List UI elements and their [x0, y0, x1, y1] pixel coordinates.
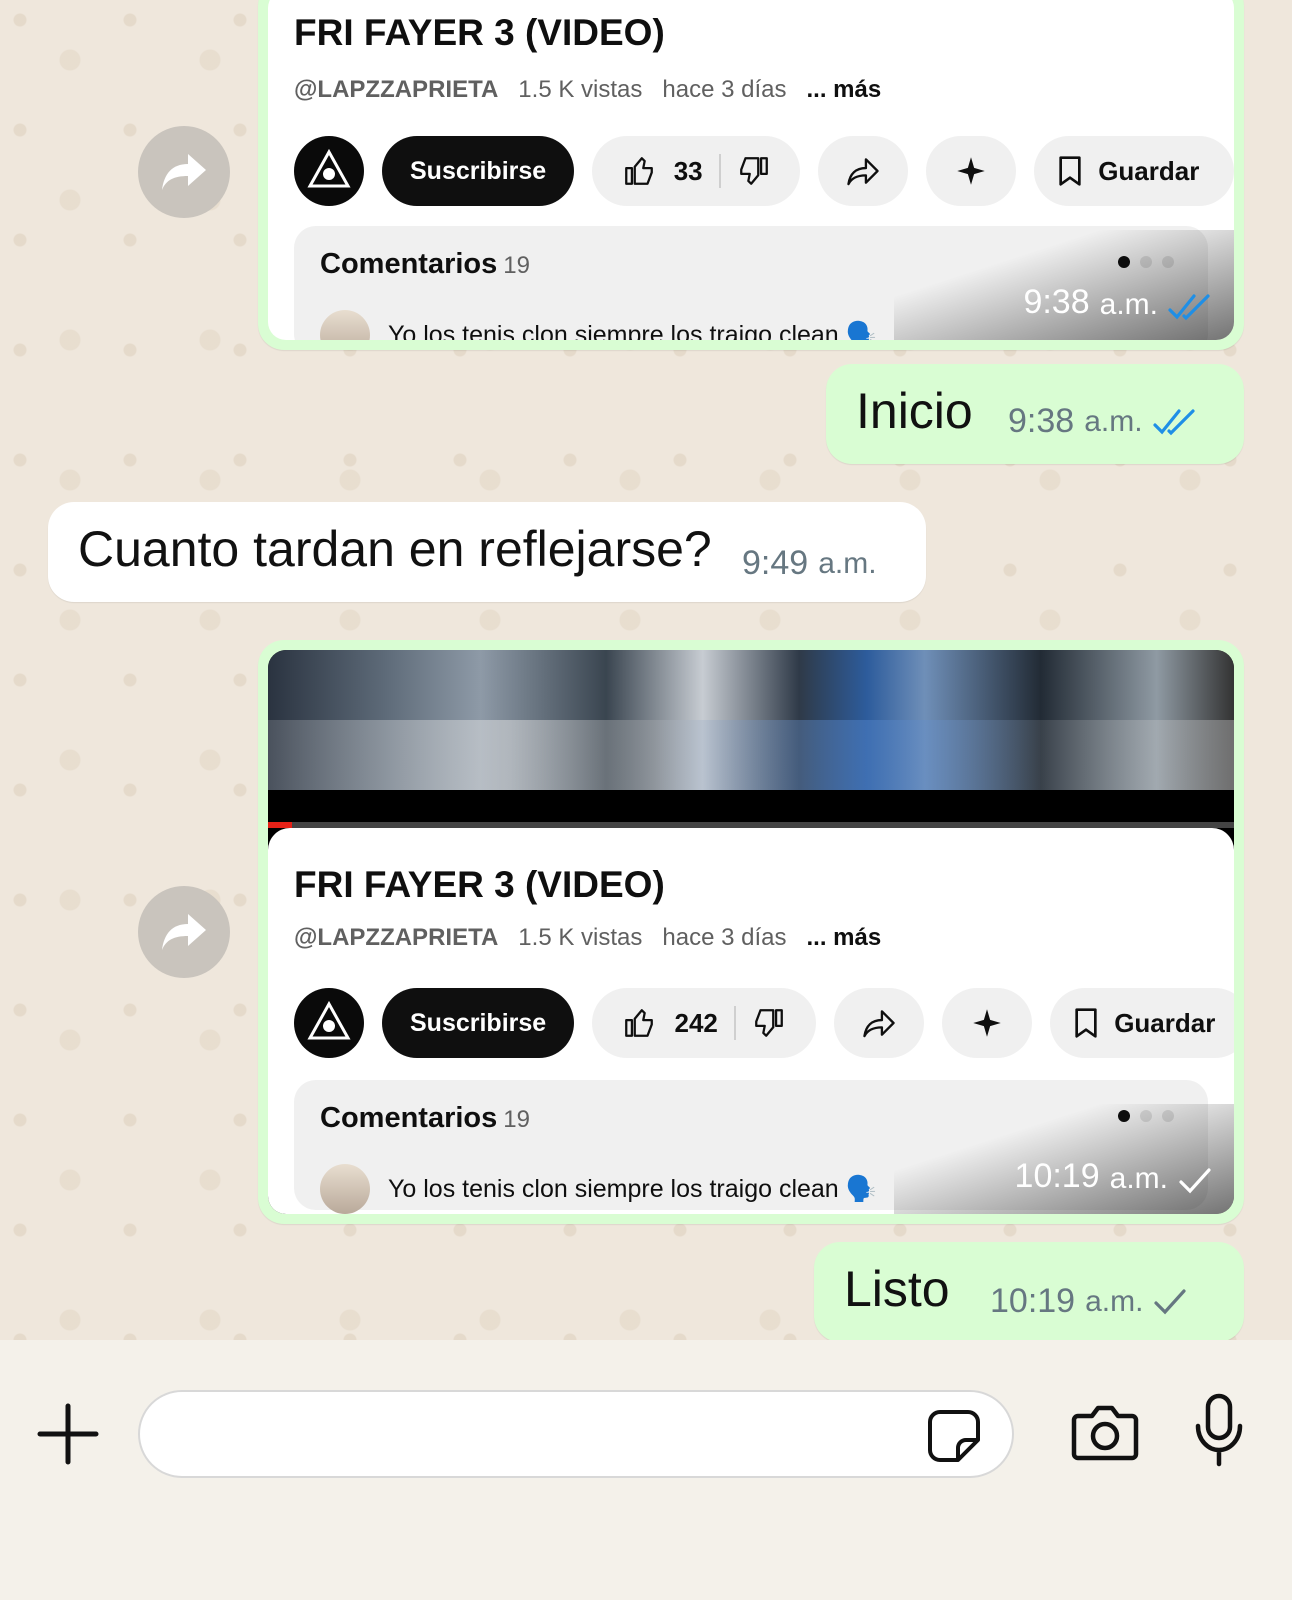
chat-area: FRI FAYER 3 (VIDEO) @LAPZZAPRIETA 1.5 K …	[0, 0, 1292, 1340]
share-pill	[834, 988, 925, 1058]
camera-icon	[1071, 1405, 1139, 1461]
message-input-field[interactable]	[170, 1412, 890, 1458]
ask-pill	[926, 136, 1017, 206]
comments-count: 19	[503, 252, 530, 279]
forward-button[interactable]	[138, 886, 230, 978]
comments-count: 19	[503, 1106, 530, 1133]
like-count: 33	[673, 155, 703, 186]
more-link: ... más	[806, 924, 882, 951]
text-message-3[interactable]: Cuanto tardan en reflejarse? 9:49 a.m.	[48, 502, 926, 602]
video-actions: Suscribirse 242 Guardar	[294, 988, 1234, 1058]
view-count: 1.5 K vistas	[518, 924, 643, 951]
sticker-icon	[928, 1410, 980, 1462]
camera-button[interactable]	[1070, 1400, 1140, 1464]
message-time: 9:49	[742, 544, 809, 582]
video-frame-blur	[268, 720, 1234, 790]
image-message-1[interactable]: FRI FAYER 3 (VIDEO) @LAPZZAPRIETA 1.5 K …	[258, 0, 1244, 350]
like-dislike-pill: 33	[592, 136, 801, 206]
comments-label: Comentarios	[320, 248, 498, 280]
view-count: 1.5 K vistas	[518, 76, 643, 103]
commenter-avatar	[320, 310, 370, 340]
message-timestamp: 10:19 a.m.	[990, 1282, 1187, 1321]
save-label: Guardar	[1098, 155, 1200, 186]
message-time: 9:38	[1023, 283, 1090, 321]
message-timestamp: 9:38 a.m.	[1008, 402, 1197, 441]
forward-button[interactable]	[138, 126, 230, 218]
upload-age: hace 3 días	[662, 924, 787, 951]
sent-tick-icon	[1179, 1168, 1211, 1194]
forward-icon	[162, 914, 206, 950]
youtube-screenshot[interactable]: FRI FAYER 3 (VIDEO) @LAPZZAPRIETA 1.5 K …	[268, 650, 1234, 1214]
message-ampm: a.m.	[1084, 404, 1143, 438]
text-message-5[interactable]: Listo 10:19 a.m.	[814, 1242, 1244, 1340]
image-timestamp: 10:19 a.m.	[894, 1104, 1234, 1214]
like-icon	[624, 157, 653, 185]
dislike-icon	[754, 1009, 783, 1037]
subscribe-button: Suscribirse	[382, 988, 575, 1058]
save-pill: Guardar	[1034, 136, 1234, 206]
message-text: Listo	[844, 1261, 950, 1317]
sparkle-icon	[957, 157, 985, 185]
image-timestamp: 9:38 a.m.	[894, 230, 1234, 340]
video-title: FRI FAYER 3 (VIDEO)	[294, 12, 665, 53]
channel-avatar	[294, 136, 364, 206]
plus-icon	[37, 1403, 99, 1465]
message-ampm: a.m.	[818, 546, 877, 580]
text-message-2[interactable]: Inicio 9:38 a.m.	[826, 364, 1244, 464]
comment-preview: Yo los tenis clon siempre los traigo cle…	[320, 310, 877, 340]
comments-label: Comentarios	[320, 1102, 498, 1134]
commenter-avatar	[320, 1164, 370, 1214]
comment-text: Yo los tenis clon siempre los traigo cle…	[388, 320, 877, 341]
like-icon	[625, 1009, 654, 1037]
message-time: 9:38	[1008, 402, 1075, 440]
channel-handle: @LAPZZAPRIETA	[294, 924, 499, 951]
video-meta: @LAPZZAPRIETA 1.5 K vistas hace 3 días .…	[294, 76, 881, 104]
video-title: FRI FAYER 3 (VIDEO)	[294, 864, 665, 905]
sticker-button[interactable]	[926, 1408, 982, 1464]
like-dislike-pill: 242	[592, 988, 817, 1058]
video-actions: Suscribirse 33 Guardar	[294, 136, 1234, 206]
comment-preview: Yo los tenis clon siempre los traigo cle…	[320, 1164, 877, 1214]
forward-icon	[162, 154, 206, 190]
message-input[interactable]	[138, 1390, 1014, 1478]
bookmark-icon	[1075, 1008, 1097, 1038]
read-receipt-icon	[1152, 408, 1195, 435]
ask-pill	[942, 988, 1033, 1058]
message-ampm: a.m.	[1109, 1162, 1168, 1195]
message-ampm: a.m.	[1085, 1284, 1144, 1318]
message-text: Inicio	[856, 383, 973, 439]
image-message-4[interactable]: FRI FAYER 3 (VIDEO) @LAPZZAPRIETA 1.5 K …	[258, 640, 1244, 1224]
message-text: Cuanto tardan en reflejarse?	[78, 521, 712, 577]
comment-text: Yo los tenis clon siempre los traigo cle…	[388, 1174, 877, 1203]
message-time: 10:19	[1014, 1157, 1100, 1195]
attach-button[interactable]	[36, 1402, 100, 1466]
youtube-screenshot[interactable]: FRI FAYER 3 (VIDEO) @LAPZZAPRIETA 1.5 K …	[268, 0, 1234, 340]
share-icon	[863, 1010, 895, 1038]
message-ampm: a.m.	[1099, 288, 1158, 321]
sent-tick-icon	[1154, 1288, 1187, 1314]
like-count: 242	[674, 1007, 718, 1038]
upload-age: hace 3 días	[662, 76, 787, 103]
microphone-button[interactable]	[1192, 1392, 1246, 1468]
bookmark-icon	[1059, 156, 1081, 186]
save-label: Guardar	[1114, 1007, 1216, 1038]
video-meta: @LAPZZAPRIETA 1.5 K vistas hace 3 días .…	[294, 924, 881, 952]
share-icon	[847, 158, 879, 186]
channel-handle: @LAPZZAPRIETA	[294, 76, 499, 103]
share-pill	[818, 136, 909, 206]
message-time: 10:19	[990, 1282, 1076, 1320]
message-timestamp: 9:49 a.m.	[742, 544, 877, 583]
read-receipt-icon	[1168, 294, 1210, 321]
more-link: ... más	[806, 76, 882, 103]
subscribe-button: Suscribirse	[382, 136, 575, 206]
sparkle-icon	[973, 1009, 1001, 1037]
microphone-icon	[1195, 1393, 1243, 1467]
save-pill: Guardar	[1050, 988, 1234, 1058]
channel-avatar	[294, 988, 364, 1058]
dislike-icon	[739, 157, 768, 185]
